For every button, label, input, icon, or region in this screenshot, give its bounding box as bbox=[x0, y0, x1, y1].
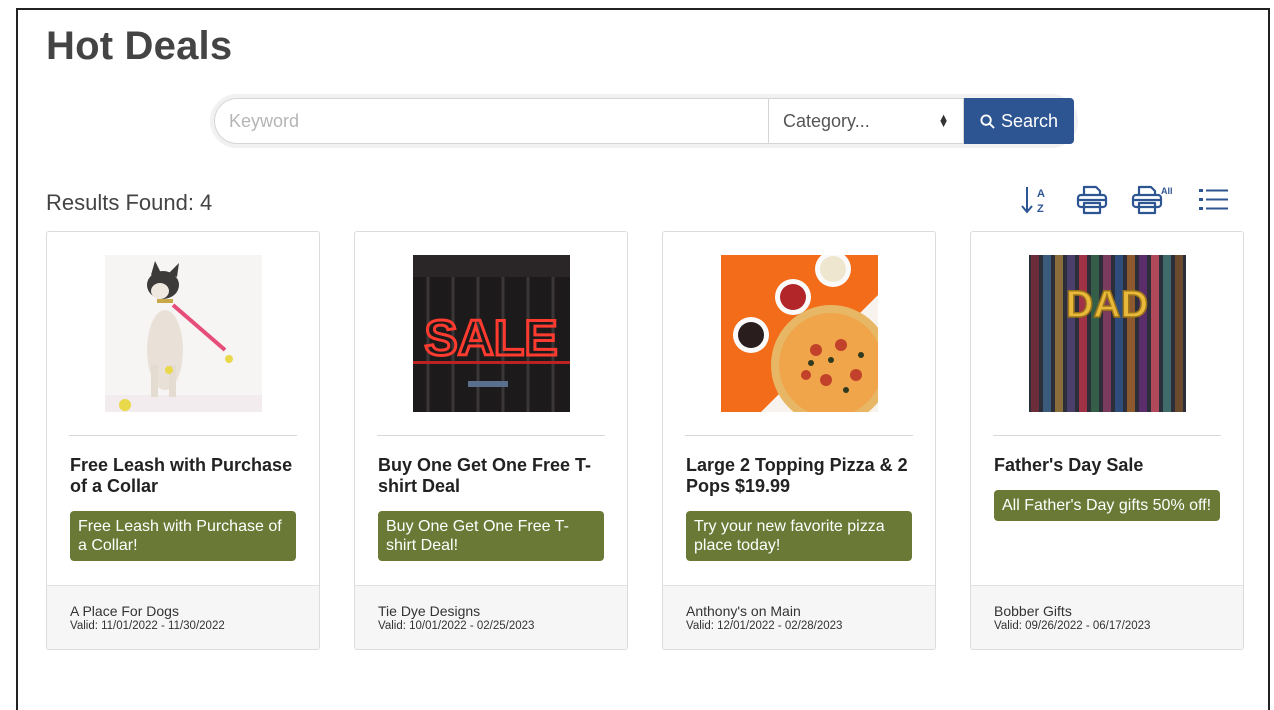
deal-card[interactable]: Free Leash with Purchase of a Collar Fre… bbox=[46, 231, 320, 650]
results-count: 4 bbox=[199, 190, 213, 215]
page-frame: Hot Deals Category... ▲▼ Search Results … bbox=[16, 8, 1270, 710]
deal-footer: Anthony's on Main Valid: 12/01/2022 - 02… bbox=[663, 585, 935, 649]
page-title: Hot Deals bbox=[46, 24, 233, 68]
card-divider bbox=[993, 435, 1221, 436]
valid-dates: Valid: 12/01/2022 - 02/28/2023 bbox=[686, 620, 843, 632]
merchant-name: A Place For Dogs bbox=[70, 603, 179, 619]
deal-title[interactable]: Buy One Get One Free T-shirt Deal bbox=[378, 455, 607, 497]
deal-description-badge: Free Leash with Purchase of a Collar! bbox=[70, 511, 296, 561]
list-view-button[interactable] bbox=[1196, 182, 1232, 218]
deal-description-badge: Try your new favorite pizza place today! bbox=[686, 511, 912, 561]
deal-image-pizza[interactable] bbox=[721, 255, 878, 412]
deal-footer: Tie Dye Designs Valid: 10/01/2022 - 02/2… bbox=[355, 585, 627, 649]
select-arrows-icon: ▲ ▼ bbox=[938, 112, 949, 130]
search-bar: Category... ▲▼ Search bbox=[214, 98, 1074, 144]
deal-image-dog[interactable] bbox=[105, 255, 262, 412]
sort-az-icon: A Z bbox=[1021, 187, 1045, 215]
merchant-name: Anthony's on Main bbox=[686, 603, 801, 619]
card-divider bbox=[377, 435, 605, 436]
search-button-label: Search bbox=[1000, 110, 1059, 131]
deal-title[interactable]: Father's Day Sale bbox=[994, 455, 1223, 476]
ties-photo: DAD bbox=[1029, 255, 1186, 412]
deal-image-sale[interactable]: SALE bbox=[413, 255, 570, 412]
print-all-button[interactable]: All bbox=[1130, 182, 1176, 218]
dad-balloons-text: DAD bbox=[1066, 284, 1148, 326]
svg-text:A: A bbox=[1037, 188, 1045, 200]
svg-text:Z: Z bbox=[1037, 203, 1044, 215]
deal-card[interactable]: DAD Father's Day Sale All Father's Day g… bbox=[970, 231, 1244, 650]
print-all-icon: All bbox=[1131, 185, 1173, 215]
results-found-label: Results Found: bbox=[46, 190, 194, 215]
deal-card[interactable]: Large 2 Topping Pizza & 2 Pops $19.99 Tr… bbox=[662, 231, 936, 650]
deal-title[interactable]: Free Leash with Purchase of a Collar bbox=[70, 455, 299, 497]
deal-title[interactable]: Large 2 Topping Pizza & 2 Pops $19.99 bbox=[686, 455, 915, 497]
results-found: Results Found: 4 bbox=[46, 190, 212, 216]
deal-footer: A Place For Dogs Valid: 11/01/2022 - 11/… bbox=[47, 585, 319, 649]
dog-photo bbox=[105, 255, 262, 412]
category-select[interactable]: Category... ▲ ▼ bbox=[768, 98, 964, 144]
list-view-icon bbox=[1199, 189, 1228, 210]
sort-az-button[interactable]: A Z bbox=[1018, 182, 1054, 218]
card-divider bbox=[685, 435, 913, 436]
deal-image-ties[interactable]: DAD bbox=[1029, 255, 1186, 412]
merchant-name: Bobber Gifts bbox=[994, 603, 1072, 619]
search-button[interactable]: Search bbox=[964, 98, 1074, 144]
print-button[interactable] bbox=[1074, 182, 1110, 218]
printer-icon bbox=[1076, 185, 1108, 215]
search-icon bbox=[980, 113, 995, 129]
deal-footer: Bobber Gifts Valid: 09/26/2022 - 06/17/2… bbox=[971, 585, 1243, 649]
keyword-input[interactable] bbox=[214, 98, 768, 144]
valid-dates: Valid: 11/01/2022 - 11/30/2022 bbox=[70, 620, 225, 632]
deal-cards: Free Leash with Purchase of a Collar Fre… bbox=[46, 231, 1244, 651]
valid-dates: Valid: 09/26/2022 - 06/17/2023 bbox=[994, 620, 1151, 632]
deal-card[interactable]: SALE Buy One Get One Free T-shirt Deal B… bbox=[354, 231, 628, 650]
valid-dates: Valid: 10/01/2022 - 02/25/2023 bbox=[378, 620, 535, 632]
sale-sign-text: SALE bbox=[424, 310, 557, 366]
category-select-value: Category... bbox=[783, 110, 870, 131]
pizza-photo bbox=[721, 255, 878, 412]
card-divider bbox=[69, 435, 297, 436]
deal-description-badge: Buy One Get One Free T-shirt Deal! bbox=[378, 511, 604, 561]
print-all-label: All bbox=[1161, 186, 1173, 196]
sale-sign-photo: SALE bbox=[413, 255, 570, 412]
results-toolbar: A Z All bbox=[1018, 182, 1232, 218]
merchant-name: Tie Dye Designs bbox=[378, 603, 481, 619]
deal-description-badge: All Father's Day gifts 50% off! bbox=[994, 490, 1220, 521]
